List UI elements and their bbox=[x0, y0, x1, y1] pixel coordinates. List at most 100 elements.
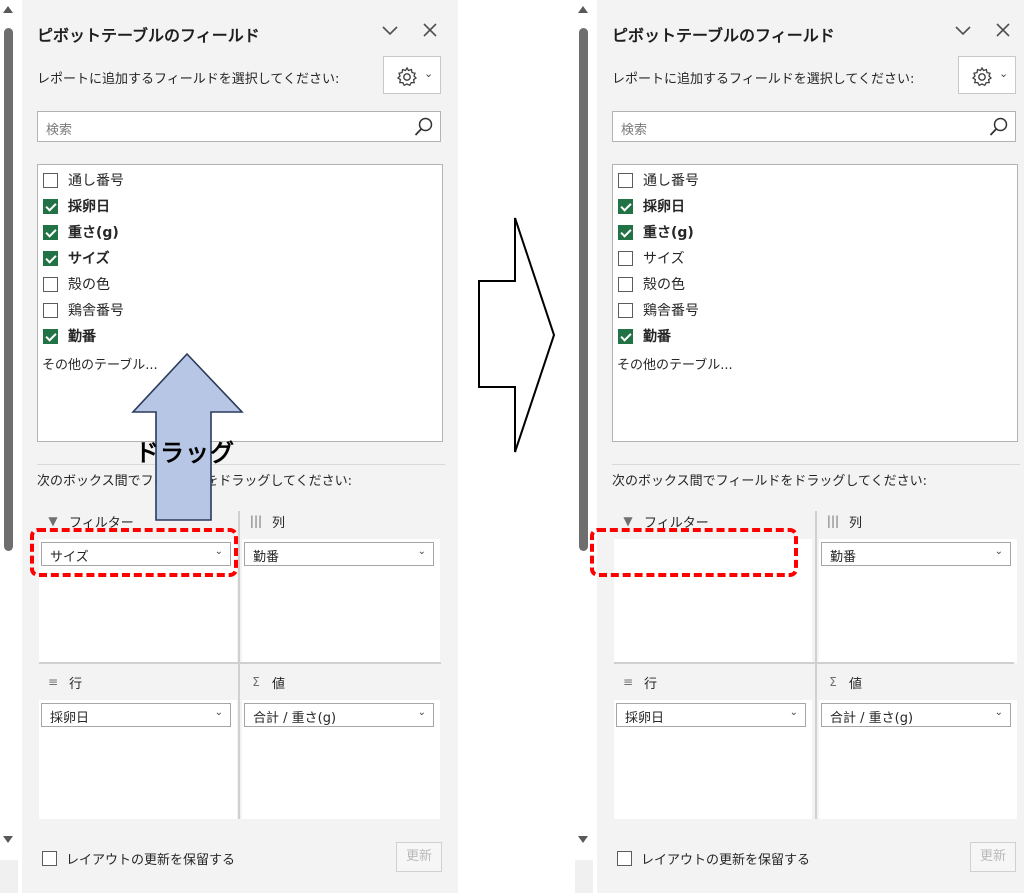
columns-area-drop-zone[interactable]: 勤番 ⌄ bbox=[242, 539, 440, 663]
field-checkbox[interactable] bbox=[43, 250, 58, 266]
field-item[interactable]: 殻の色 bbox=[43, 273, 110, 295]
field-checkbox[interactable] bbox=[618, 302, 633, 318]
scroll-up-arrow-icon[interactable] bbox=[3, 6, 13, 13]
chevron-down-icon[interactable]: ⌄ bbox=[790, 707, 798, 718]
rows-area[interactable]: ≡ 行 採卵日 ⌄ bbox=[39, 672, 237, 819]
rows-item-chip[interactable]: 採卵日 ⌄ bbox=[616, 703, 806, 727]
rows-item-label: 採卵日 bbox=[50, 711, 90, 726]
field-label: 重さ(g) bbox=[68, 225, 119, 241]
values-area-label: 値 bbox=[849, 676, 863, 692]
field-item[interactable]: 鶏舎番号 bbox=[618, 299, 699, 321]
field-item[interactable]: 採卵日 bbox=[618, 195, 685, 217]
field-checkbox[interactable] bbox=[43, 224, 58, 240]
vertical-scrollbar[interactable] bbox=[575, 0, 593, 893]
field-item[interactable]: サイズ bbox=[43, 247, 110, 269]
values-area-drop-zone[interactable]: 合計 / 重さ(g) ⌄ bbox=[819, 700, 1017, 819]
update-button[interactable]: 更新 bbox=[396, 842, 442, 872]
field-checkbox[interactable] bbox=[43, 198, 58, 214]
close-icon[interactable] bbox=[420, 22, 440, 42]
more-tables-link[interactable]: その他のテーブル... bbox=[42, 354, 158, 373]
choose-fields-label: レポートに追加するフィールドを選択してください: bbox=[612, 72, 915, 87]
columns-item-chip[interactable]: 勤番 ⌄ bbox=[244, 542, 434, 566]
defer-layout-update[interactable]: レイアウトの更新を保留する bbox=[42, 849, 235, 868]
values-item-chip[interactable]: 合計 / 重さ(g) ⌄ bbox=[821, 703, 1011, 727]
panel-title: ピボットテーブルのフィールド bbox=[37, 26, 260, 45]
scrollbar-thumb[interactable] bbox=[579, 28, 588, 551]
chevron-down-icon: ⌄ bbox=[424, 67, 434, 80]
chevron-down-icon[interactable]: ⌄ bbox=[995, 707, 1003, 718]
chevron-down-icon[interactable]: ⌄ bbox=[995, 546, 1003, 557]
field-label: 勤番 bbox=[643, 329, 671, 345]
field-label: サイズ bbox=[68, 251, 110, 267]
values-area[interactable]: Σ 値 合計 / 重さ(g) ⌄ bbox=[242, 672, 440, 819]
field-checkbox[interactable] bbox=[43, 328, 58, 344]
columns-area[interactable]: ||| 列 勤番 ⌄ bbox=[242, 511, 440, 663]
defer-layout-update[interactable]: レイアウトの更新を保留する bbox=[617, 849, 810, 868]
columns-area[interactable]: ||| 列 勤番 ⌄ bbox=[819, 511, 1017, 663]
field-search-input[interactable]: 検索 bbox=[37, 111, 441, 142]
values-area-label: 値 bbox=[272, 676, 286, 692]
tools-button[interactable]: ⌄ bbox=[383, 56, 441, 94]
field-checkbox[interactable] bbox=[618, 276, 633, 292]
transition-right-arrow-icon bbox=[478, 217, 556, 453]
close-icon[interactable] bbox=[993, 22, 1013, 42]
chevron-down-icon[interactable]: ⌄ bbox=[418, 707, 426, 718]
field-checkbox[interactable] bbox=[618, 172, 633, 188]
tools-button[interactable]: ⌄ bbox=[958, 56, 1016, 94]
field-item[interactable]: 勤番 bbox=[43, 325, 96, 347]
field-label: 殻の色 bbox=[68, 277, 110, 293]
rows-item-chip[interactable]: 採卵日 ⌄ bbox=[41, 703, 231, 727]
field-checkbox[interactable] bbox=[618, 250, 633, 266]
field-item[interactable]: 通し番号 bbox=[618, 169, 699, 191]
field-item[interactable]: 重さ(g) bbox=[618, 221, 694, 243]
search-placeholder: 検索 bbox=[46, 123, 73, 138]
field-checkbox[interactable] bbox=[618, 198, 633, 214]
field-item[interactable]: 勤番 bbox=[618, 325, 671, 347]
chevron-down-icon[interactable]: ⌄ bbox=[215, 707, 223, 718]
scroll-down-arrow-icon[interactable] bbox=[578, 836, 588, 843]
field-item[interactable]: 通し番号 bbox=[43, 169, 124, 191]
chevron-down-icon[interactable] bbox=[380, 22, 400, 42]
field-label: 採卵日 bbox=[68, 199, 110, 215]
scroll-up-arrow-icon[interactable] bbox=[578, 6, 588, 13]
field-item[interactable]: 重さ(g) bbox=[43, 221, 119, 243]
scrollbar-footer bbox=[575, 860, 593, 893]
field-item[interactable]: 鶏舎番号 bbox=[43, 299, 124, 321]
values-area[interactable]: Σ 値 合計 / 重さ(g) ⌄ bbox=[819, 672, 1017, 819]
field-search-input[interactable]: 検索 bbox=[612, 111, 1016, 142]
values-area-drop-zone[interactable]: 合計 / 重さ(g) ⌄ bbox=[242, 700, 440, 819]
search-icon[interactable] bbox=[988, 116, 1010, 138]
pivot-field-pane-before: ピボットテーブルのフィールド レポートに追加するフィールドを選択してください: … bbox=[0, 0, 458, 893]
field-checkbox[interactable] bbox=[43, 276, 58, 292]
field-checkbox[interactable] bbox=[43, 302, 58, 318]
field-item[interactable]: 殻の色 bbox=[618, 273, 685, 295]
defer-layout-checkbox[interactable] bbox=[617, 851, 632, 866]
choose-fields-label: レポートに追加するフィールドを選択してください: bbox=[37, 72, 340, 87]
scroll-down-arrow-icon[interactable] bbox=[3, 836, 13, 843]
filter-icon: ▼ bbox=[623, 514, 633, 528]
field-checkbox[interactable] bbox=[618, 224, 633, 240]
columns-area-drop-zone[interactable]: 勤番 ⌄ bbox=[819, 539, 1017, 663]
field-label: 勤番 bbox=[68, 329, 96, 345]
chevron-down-icon[interactable]: ⌄ bbox=[418, 546, 426, 557]
search-placeholder: 検索 bbox=[621, 123, 648, 138]
scrollbar-thumb[interactable] bbox=[4, 28, 13, 551]
field-item[interactable]: 採卵日 bbox=[43, 195, 110, 217]
search-icon[interactable] bbox=[413, 116, 435, 138]
columns-item-chip[interactable]: 勤番 ⌄ bbox=[821, 542, 1011, 566]
vertical-scrollbar[interactable] bbox=[0, 0, 18, 893]
pivot-field-panel: ピボットテーブルのフィールド レポートに追加するフィールドを選択してください: … bbox=[22, 0, 458, 893]
field-checkbox[interactable] bbox=[618, 328, 633, 344]
defer-layout-checkbox[interactable] bbox=[42, 851, 57, 866]
more-tables-link[interactable]: その他のテーブル... bbox=[617, 354, 733, 373]
update-button[interactable]: 更新 bbox=[970, 842, 1016, 872]
chevron-down-icon[interactable] bbox=[953, 22, 973, 42]
section-divider bbox=[37, 464, 445, 465]
pivot-field-panel: ピボットテーブルのフィールド レポートに追加するフィールドを選択してください: … bbox=[597, 0, 1024, 893]
rows-area-drop-zone[interactable]: 採卵日 ⌄ bbox=[614, 700, 812, 819]
rows-area-drop-zone[interactable]: 採卵日 ⌄ bbox=[39, 700, 237, 819]
values-item-chip[interactable]: 合計 / 重さ(g) ⌄ bbox=[244, 703, 434, 727]
field-checkbox[interactable] bbox=[43, 172, 58, 188]
rows-area[interactable]: ≡ 行 採卵日 ⌄ bbox=[614, 672, 812, 819]
field-item[interactable]: サイズ bbox=[618, 247, 685, 269]
